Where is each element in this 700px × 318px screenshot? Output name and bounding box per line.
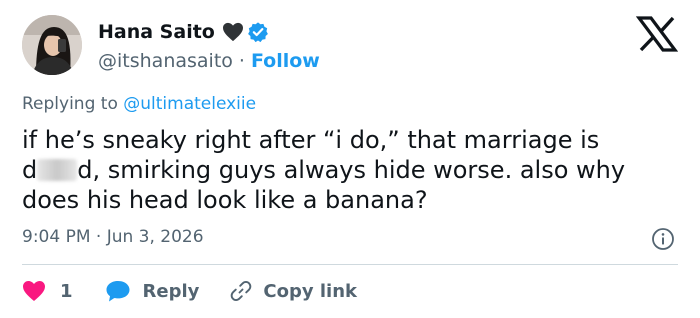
- replying-to: Replying to @ultimatelexiie: [22, 94, 256, 114]
- like-count: 1: [60, 280, 73, 302]
- display-name[interactable]: Hana Saito: [98, 21, 215, 43]
- link-icon: [231, 281, 252, 301]
- heart-emoji-icon: [222, 22, 244, 42]
- tweet-fragment: d, smirking guys always hide worse. also…: [77, 156, 626, 184]
- like-button[interactable]: 1: [22, 280, 73, 302]
- author-name-row: Hana Saito: [98, 19, 269, 45]
- reply-bubble-icon: [106, 281, 130, 302]
- tweet-line: if he’s sneaky right after “i do,” that …: [22, 126, 600, 154]
- copy-link-label: Copy link: [263, 280, 357, 302]
- author-handle[interactable]: @itshanasaito: [98, 50, 233, 72]
- censored-blur: [37, 159, 78, 181]
- x-logo-icon[interactable]: [635, 16, 679, 52]
- follow-button[interactable]: Follow: [251, 50, 320, 72]
- author-handle-row: @itshanasaito · Follow: [98, 48, 320, 74]
- action-bar: 1 Reply Copy link: [22, 274, 357, 308]
- reply-button[interactable]: Reply: [105, 279, 200, 303]
- replying-to-prefix: Replying to: [22, 94, 124, 114]
- verified-badge-icon: [247, 21, 269, 43]
- tweet-line: d d, smirking guys always hide worse. als…: [22, 155, 682, 185]
- copy-link-button[interactable]: Copy link: [229, 279, 357, 303]
- tweet-line: does his head look like a banana?: [22, 186, 428, 214]
- reply-label: Reply: [142, 280, 200, 302]
- info-icon[interactable]: [651, 227, 675, 251]
- separator-dot: ·: [238, 50, 245, 72]
- replying-to-handle[interactable]: @ultimatelexiie: [123, 94, 256, 114]
- avatar-photo: [22, 15, 82, 75]
- tweet-text: if he’s sneaky right after “i do,” that …: [22, 125, 682, 215]
- divider: [22, 264, 678, 265]
- avatar[interactable]: [22, 15, 82, 75]
- tweet-fragment: d: [22, 156, 38, 184]
- timestamp[interactable]: 9:04 PM · Jun 3, 2026: [22, 227, 204, 247]
- heart-icon: [23, 281, 45, 301]
